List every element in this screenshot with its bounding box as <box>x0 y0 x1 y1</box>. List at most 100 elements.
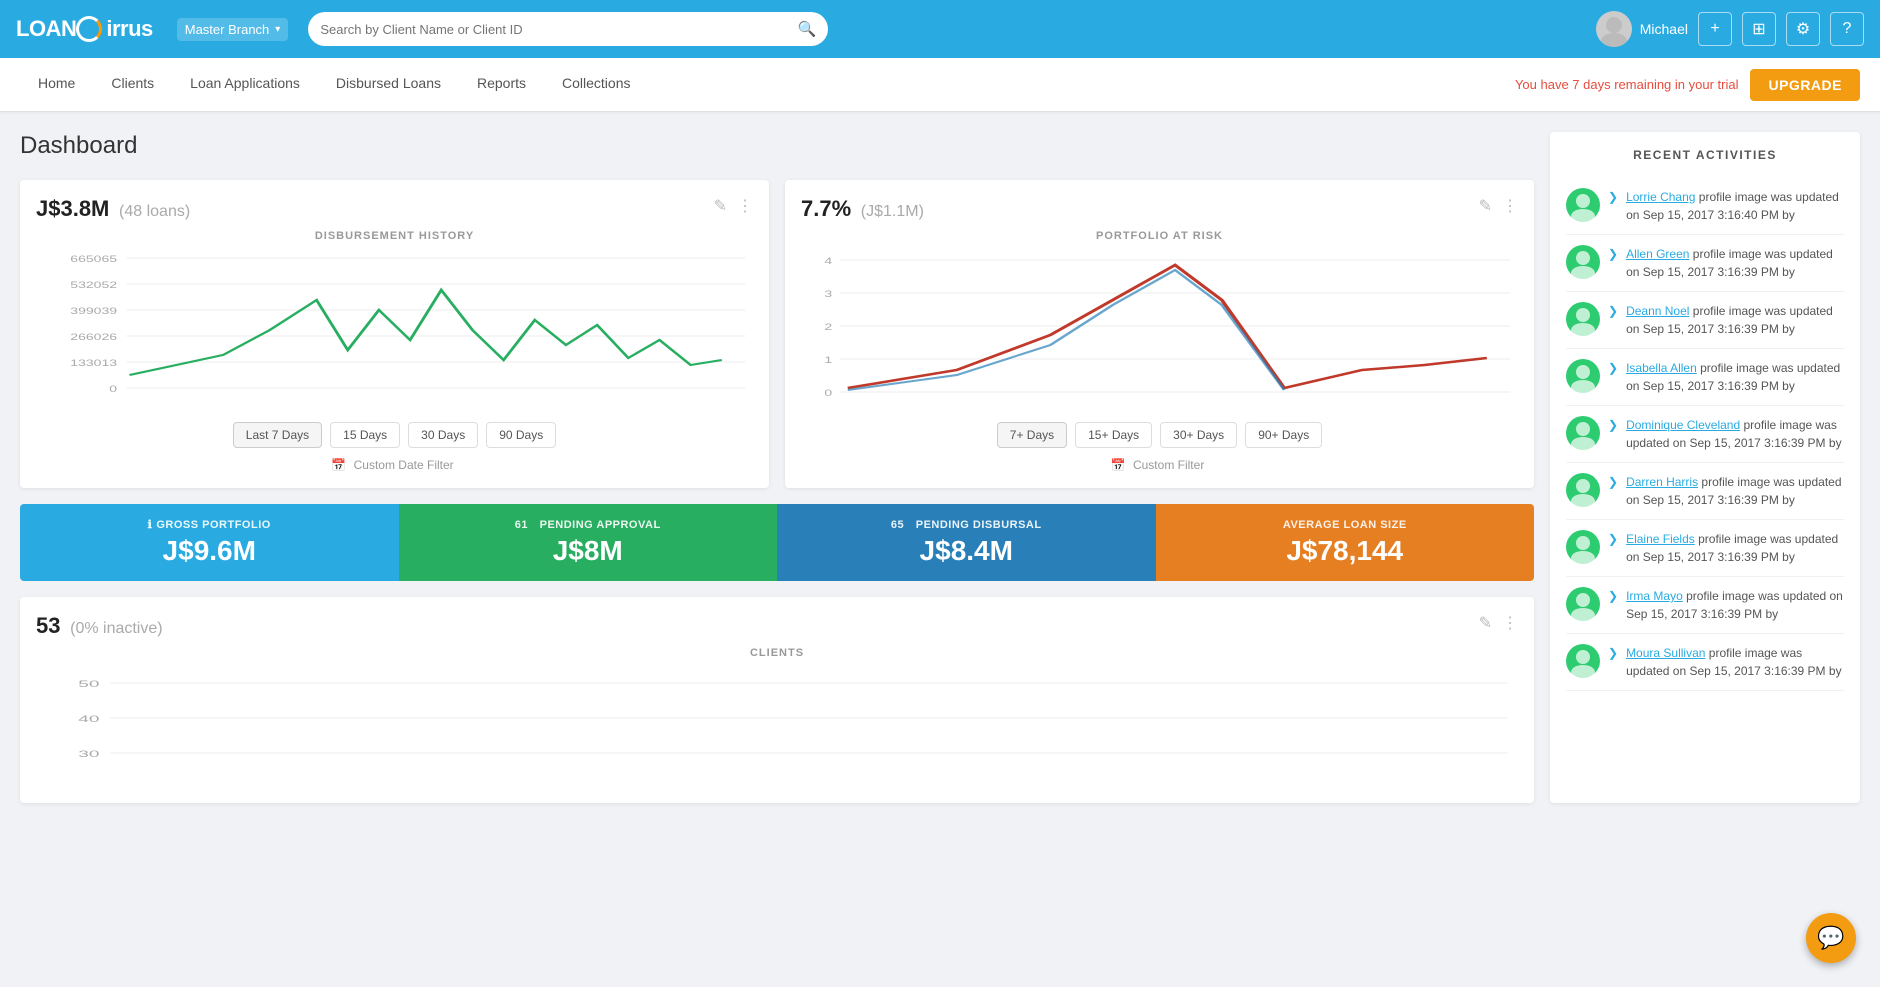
logo[interactable]: LOAN irrus <box>16 16 153 42</box>
user-profile[interactable]: Michael <box>1596 11 1688 47</box>
activity-item: ❯ Elaine Fields profile image was update… <box>1566 520 1844 577</box>
filter-15days[interactable]: 15 Days <box>330 422 400 448</box>
nav-disbursed-loans[interactable]: Disbursed Loans <box>318 58 459 112</box>
svg-text:532052: 532052 <box>70 280 117 290</box>
chat-button[interactable]: 💬 <box>1806 913 1856 963</box>
activity-name-link[interactable]: Elaine Fields <box>1626 532 1695 546</box>
portfolio-custom-filter[interactable]: 📅 Custom Filter <box>801 458 1518 472</box>
gross-portfolio-value: J$9.6M <box>163 535 256 567</box>
calendar-icon: 📅 <box>331 458 346 472</box>
nav-reports[interactable]: Reports <box>459 58 544 112</box>
filter-30days[interactable]: 30 Days <box>408 422 478 448</box>
main-content: Dashboard J$3.8M (48 loans) ✎ ⋮ DISBURSE… <box>0 112 1880 823</box>
activity-content: Lorrie Chang profile image was updated o… <box>1626 188 1844 224</box>
stat-pending-approval[interactable]: 61 PENDING APPROVAL J$8M <box>399 504 778 581</box>
portfolio-custom-filter-label: Custom Filter <box>1133 458 1204 472</box>
filter-90plus[interactable]: 90+ Days <box>1245 422 1322 448</box>
activities-list: ❯ Lorrie Chang profile image was updated… <box>1566 178 1844 691</box>
trial-banner: You have 7 days remaining in your trial … <box>1515 69 1860 101</box>
clients-edit-icon[interactable]: ✎ <box>1479 613 1492 633</box>
search-button[interactable]: 🔍 <box>798 20 817 38</box>
activity-avatar <box>1566 644 1600 678</box>
logo-text: LOAN <box>16 16 76 42</box>
nav-loan-applications[interactable]: Loan Applications <box>172 58 318 112</box>
activity-name-link[interactable]: Allen Green <box>1626 247 1689 261</box>
clients-header: 53 (0% inactive) ✎ ⋮ <box>36 613 1518 639</box>
stat-gross-portfolio[interactable]: ℹ GROSS PORTFOLIO J$9.6M <box>20 504 399 581</box>
activity-name-link[interactable]: Moura Sullivan <box>1626 646 1705 660</box>
stat-avg-loan-size[interactable]: AVERAGE LOAN SIZE J$78,144 <box>1156 504 1535 581</box>
add-button[interactable]: + <box>1698 12 1732 46</box>
left-panel: Dashboard J$3.8M (48 loans) ✎ ⋮ DISBURSE… <box>20 132 1534 803</box>
activity-name-link[interactable]: Darren Harris <box>1626 475 1698 489</box>
activity-text: Irma Mayo profile image was updated on S… <box>1626 589 1843 621</box>
activity-avatar <box>1566 530 1600 564</box>
disbursement-edit-icon[interactable]: ✎ <box>714 196 727 216</box>
activity-content: Moura Sullivan profile image was updated… <box>1626 644 1844 680</box>
svg-text:0: 0 <box>824 388 832 398</box>
activity-avatar <box>1566 302 1600 336</box>
activity-avatar <box>1566 359 1600 393</box>
portfolio-icons: ✎ ⋮ <box>1479 196 1518 216</box>
activity-content: Dominique Cleveland profile image was up… <box>1626 416 1844 452</box>
search-input[interactable] <box>320 22 797 37</box>
svg-text:50: 50 <box>78 680 99 690</box>
trial-message: You have 7 days remaining in your trial <box>1515 77 1739 92</box>
svg-text:30: 30 <box>78 750 99 760</box>
activity-name-link[interactable]: Lorrie Chang <box>1626 190 1695 204</box>
disbursement-header: J$3.8M (48 loans) ✎ ⋮ <box>36 196 753 222</box>
activity-name-link[interactable]: Isabella Allen <box>1626 361 1697 375</box>
clients-chart: 50 40 30 <box>36 667 1518 787</box>
activity-content: Elaine Fields profile image was updated … <box>1626 530 1844 566</box>
top-navigation: LOAN irrus Master Branch ▾ 🔍 Michael + ⊞… <box>0 0 1880 58</box>
activity-item: ❯ Isabella Allen profile image was updat… <box>1566 349 1844 406</box>
activity-item: ❯ Lorrie Chang profile image was updated… <box>1566 178 1844 235</box>
activity-text: Darren Harris profile image was updated … <box>1626 475 1841 507</box>
activity-name-link[interactable]: Dominique Cleveland <box>1626 418 1740 432</box>
pending-approval-value: J$8M <box>553 535 623 567</box>
pending-disbursal-label: 65 PENDING DISBURSAL <box>891 519 1042 531</box>
clients-value: 53 <box>36 613 60 638</box>
disbursement-custom-filter[interactable]: 📅 Custom Date Filter <box>36 458 753 472</box>
nav-collections[interactable]: Collections <box>544 58 648 112</box>
settings-button[interactable]: ⚙ <box>1786 12 1820 46</box>
activity-item: ❯ Dominique Cleveland profile image was … <box>1566 406 1844 463</box>
portfolio-more-icon[interactable]: ⋮ <box>1502 196 1518 216</box>
svg-text:0: 0 <box>109 384 117 394</box>
portfolio-card: 7.7% (J$1.1M) ✎ ⋮ PORTFOLIO AT RISK 4 3 … <box>785 180 1534 488</box>
svg-text:2: 2 <box>824 322 832 332</box>
filter-15plus[interactable]: 15+ Days <box>1075 422 1152 448</box>
portfolio-value: 7.7% <box>801 196 851 221</box>
filter-7days[interactable]: Last 7 Days <box>233 422 322 448</box>
disbursement-value-group: J$3.8M (48 loans) <box>36 196 190 222</box>
stat-pending-disbursal[interactable]: 65 PENDING DISBURSAL J$8.4M <box>777 504 1156 581</box>
activity-avatar <box>1566 587 1600 621</box>
filter-7plus[interactable]: 7+ Days <box>997 422 1067 448</box>
help-button[interactable]: ? <box>1830 12 1864 46</box>
chevron-down-icon: ▾ <box>275 24 280 35</box>
activity-name-link[interactable]: Deann Noel <box>1626 304 1689 318</box>
upgrade-button[interactable]: UPGRADE <box>1750 69 1860 101</box>
activity-text: Lorrie Chang profile image was updated o… <box>1626 190 1839 222</box>
filter-30plus[interactable]: 30+ Days <box>1160 422 1237 448</box>
calculator-button[interactable]: ⊞ <box>1742 12 1776 46</box>
activity-chevron-icon: ❯ <box>1608 304 1618 318</box>
activity-chevron-icon: ❯ <box>1608 418 1618 432</box>
clients-more-icon[interactable]: ⋮ <box>1502 613 1518 633</box>
clients-icons: ✎ ⋮ <box>1479 613 1518 633</box>
top-nav-right: Michael + ⊞ ⚙ ? <box>1596 11 1864 47</box>
filter-90days[interactable]: 90 Days <box>486 422 556 448</box>
nav-home[interactable]: Home <box>20 58 93 112</box>
activity-name-link[interactable]: Irma Mayo <box>1626 589 1683 603</box>
activity-item: ❯ Allen Green profile image was updated … <box>1566 235 1844 292</box>
portfolio-edit-icon[interactable]: ✎ <box>1479 196 1492 216</box>
branch-selector[interactable]: Master Branch ▾ <box>177 18 289 41</box>
activity-text: Allen Green profile image was updated on… <box>1626 247 1833 279</box>
pending-disbursal-value: J$8.4M <box>920 535 1013 567</box>
nav-items: Home Clients Loan Applications Disbursed… <box>20 58 1515 112</box>
activity-chevron-icon: ❯ <box>1608 361 1618 375</box>
disbursement-more-icon[interactable]: ⋮ <box>737 196 753 216</box>
user-name: Michael <box>1640 21 1688 37</box>
nav-clients[interactable]: Clients <box>93 58 172 112</box>
activity-chevron-icon: ❯ <box>1608 532 1618 546</box>
